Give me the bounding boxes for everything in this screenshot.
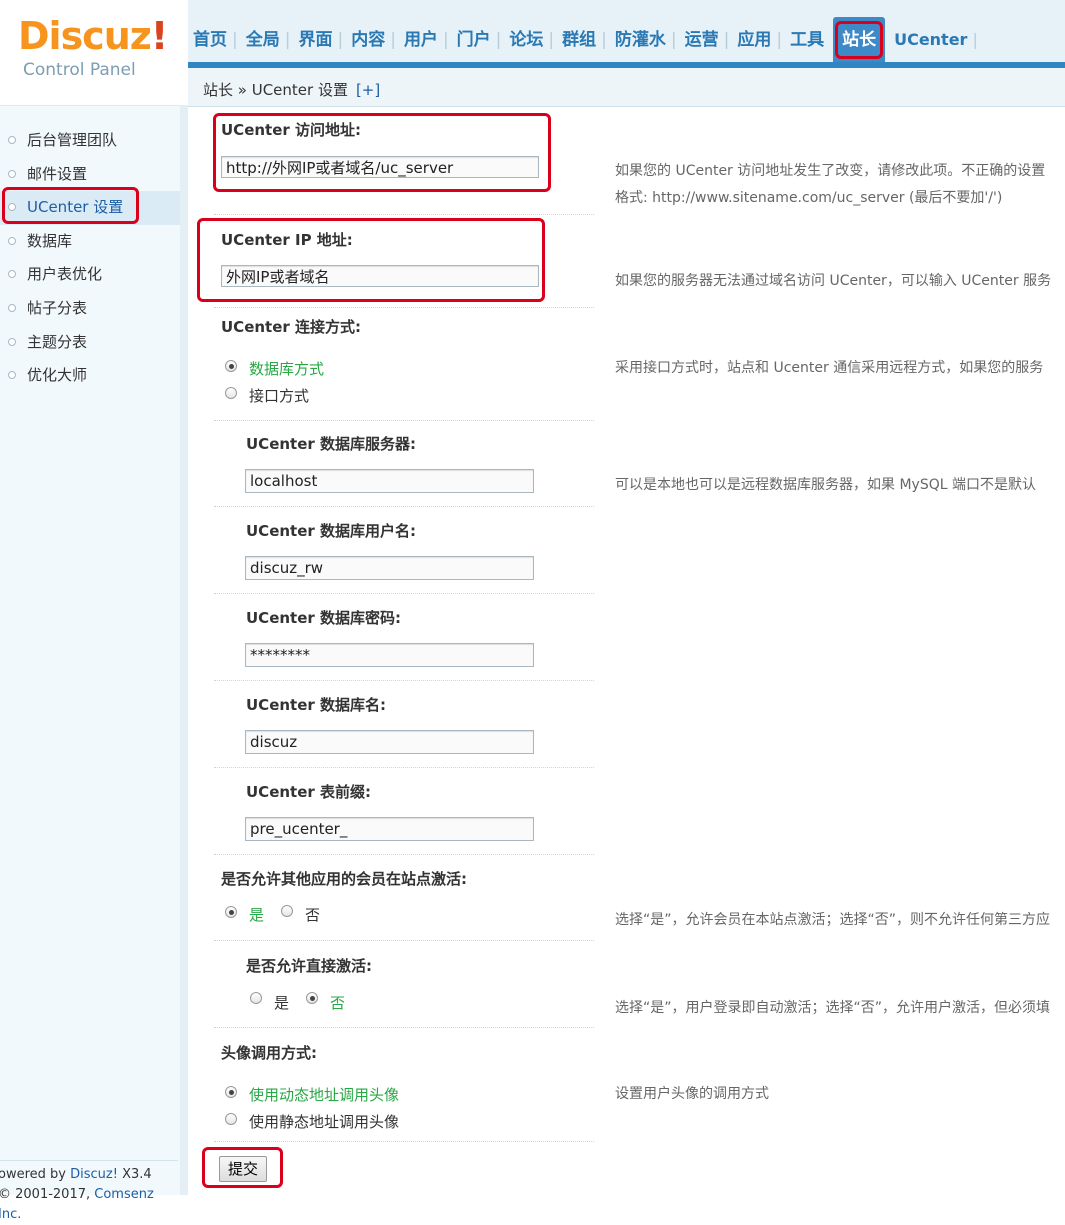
db-name-label: UCenter 数据库名:	[246, 696, 387, 714]
powered-brand-link[interactable]: Discuz!	[70, 1167, 118, 1182]
direct-activate-yes-radio[interactable]	[250, 992, 262, 1004]
uc-connect-label: UCenter 连接方式:	[221, 318, 362, 336]
tab-apps[interactable]: 应用 |	[732, 17, 785, 63]
breadcrumb: 站长 » UCenter 设置 [+]	[188, 68, 1065, 107]
tab-webmaster[interactable]: 站长	[833, 17, 886, 63]
breadcrumb-path: 站长 » UCenter 设置	[203, 81, 348, 99]
allow-activate-no-radio[interactable]	[281, 905, 293, 917]
avatar-label: 头像调用方式:	[221, 1044, 317, 1062]
direct-activate-tip: 选择“是”，用户登录即自动激活；选择“否”，允许用户激活，但必须填	[615, 1000, 1051, 1016]
top-navigation: 首页 | 全局 | 界面 | 内容 | 用户 | 门户 | 论坛 | 群组 | 防灌水 | 运营 |…	[188, 0, 1065, 63]
tab-global[interactable]: 全局 |	[241, 17, 294, 63]
direct-activate-yes-label[interactable]: 是	[274, 992, 289, 1013]
allow-activate-label: 是否允许其他应用的会员在站点激活:	[221, 870, 468, 888]
direct-activate-label: 是否允许直接激活:	[246, 957, 372, 975]
tab-content[interactable]: 内容 |	[346, 17, 399, 63]
breadcrumb-expand-link[interactable]: [+]	[356, 81, 380, 99]
tab-home[interactable]: 首页 |	[188, 17, 241, 63]
uc-api-tip-line2: 格式: http://www.sitename.com/uc_server (最…	[615, 190, 1003, 206]
db-password-input[interactable]	[245, 643, 534, 667]
logo-subtitle: Control Panel	[23, 60, 136, 80]
db-user-input[interactable]	[245, 556, 534, 580]
powered-by: owered by Discuz! X3.4	[0, 1167, 152, 1182]
highlight-box-uc-api	[213, 113, 551, 192]
avatar-dynamic-label[interactable]: 使用动态地址调用头像	[249, 1084, 399, 1105]
db-prefix-input[interactable]	[245, 817, 534, 841]
direct-activate-no-label[interactable]: 否	[330, 992, 345, 1013]
allow-activate-yes-label[interactable]: 是	[249, 904, 264, 925]
tab-portal[interactable]: 门户 |	[452, 17, 505, 63]
tab-groups[interactable]: 群组 |	[557, 17, 610, 63]
left-column: Discuz! Control Panel 后台管理团队 邮件设置 UCente…	[0, 0, 188, 1222]
sidebar-menu: 后台管理团队 邮件设置 UCenter 设置 数据库 用户表优化 帖子分表 主题…	[0, 124, 180, 393]
uc-connect-api-radio[interactable]	[225, 387, 237, 399]
uc-connect-api-label[interactable]: 接口方式	[249, 385, 309, 406]
sidebar-item-user-table-optimize[interactable]: 用户表优化	[0, 258, 180, 292]
uc-api-tip-line1: 如果您的 UCenter 访问地址发生了改变，请修改此项。不正确的设置	[615, 163, 1046, 179]
sidebar-item-optimizer[interactable]: 优化大师	[0, 359, 180, 393]
avatar-tip: 设置用户头像的调用方式	[615, 1086, 769, 1102]
highlight-box-sidebar	[2, 187, 139, 224]
highlight-box-submit	[202, 1147, 283, 1188]
bullet-icon	[8, 303, 16, 312]
allow-activate-no-label[interactable]: 否	[305, 904, 320, 925]
tab-anti-spam[interactable]: 防灌水 |	[610, 17, 680, 63]
sidebar-item-admin-team[interactable]: 后台管理团队	[0, 124, 180, 158]
direct-activate-no-radio[interactable]	[306, 992, 318, 1004]
copyright-footer: owered by Discuz! X3.4 © 2001-2017, Coms…	[0, 1160, 178, 1225]
db-user-label: UCenter 数据库用户名:	[246, 522, 417, 540]
copyright-line: © 2001-2017, Comsenz Inc.	[0, 1187, 154, 1222]
discuz-logo[interactable]: Discuz! Control Panel	[0, 0, 188, 106]
tab-ucenter[interactable]: UCenter |	[889, 17, 981, 63]
bullet-icon	[8, 337, 16, 346]
db-password-label: UCenter 数据库密码:	[246, 609, 402, 627]
highlight-box-uc-ip	[197, 218, 545, 302]
uc-ip-tip: 如果您的服务器无法通过域名访问 UCenter，可以输入 UCenter 服务	[615, 273, 1052, 289]
tab-operations[interactable]: 运营 |	[680, 17, 733, 63]
bullet-icon	[8, 236, 16, 245]
bullet-icon	[8, 169, 16, 178]
column-divider	[180, 105, 188, 1195]
bullet-icon	[8, 136, 16, 144]
sidebar-item-database[interactable]: 数据库	[0, 225, 180, 259]
db-prefix-label: UCenter 表前缀:	[246, 783, 372, 801]
db-host-input[interactable]	[245, 469, 534, 493]
tab-interface[interactable]: 界面 |	[293, 17, 346, 63]
sidebar-item-thread-table-split[interactable]: 主题分表	[0, 326, 180, 360]
allow-activate-tip: 选择“是”，允许会员在本站点激活；选择“否”，则不允许任何第三方应	[615, 912, 1051, 928]
bullet-icon	[8, 371, 16, 380]
uc-connect-db-label[interactable]: 数据库方式	[249, 358, 324, 379]
row-divider	[214, 940, 594, 1028]
bullet-icon	[8, 270, 16, 279]
avatar-dynamic-radio[interactable]	[225, 1086, 237, 1098]
db-host-tip: 可以是本地也可以是远程数据库服务器，如果 MySQL 端口不是默认	[615, 477, 1036, 493]
allow-activate-yes-radio[interactable]	[225, 906, 237, 918]
sidebar-item-post-table-split[interactable]: 帖子分表	[0, 292, 180, 326]
db-host-label: UCenter 数据库服务器:	[246, 435, 417, 453]
settings-form: UCenter 访问地址: 如果您的 UCenter 访问地址发生了改变，请修改…	[188, 107, 1065, 1195]
tab-users[interactable]: 用户 |	[399, 17, 452, 63]
avatar-static-label[interactable]: 使用静态地址调用头像	[249, 1111, 399, 1132]
avatar-static-radio[interactable]	[225, 1113, 237, 1125]
uc-connect-db-radio[interactable]	[225, 360, 237, 372]
nav-tabs: 首页 | 全局 | 界面 | 内容 | 用户 | 门户 | 论坛 | 群组 | 防灌水 | 运营 |…	[188, 17, 981, 63]
logo-brand: Discuz!	[18, 14, 168, 58]
uc-connect-tip: 采用接口方式时，站点和 Ucenter 通信采用远程方式，如果您的服务	[615, 360, 1044, 376]
tab-tools[interactable]: 工具	[785, 17, 829, 63]
db-name-input[interactable]	[245, 730, 534, 754]
tab-forum[interactable]: 论坛 |	[504, 17, 557, 63]
